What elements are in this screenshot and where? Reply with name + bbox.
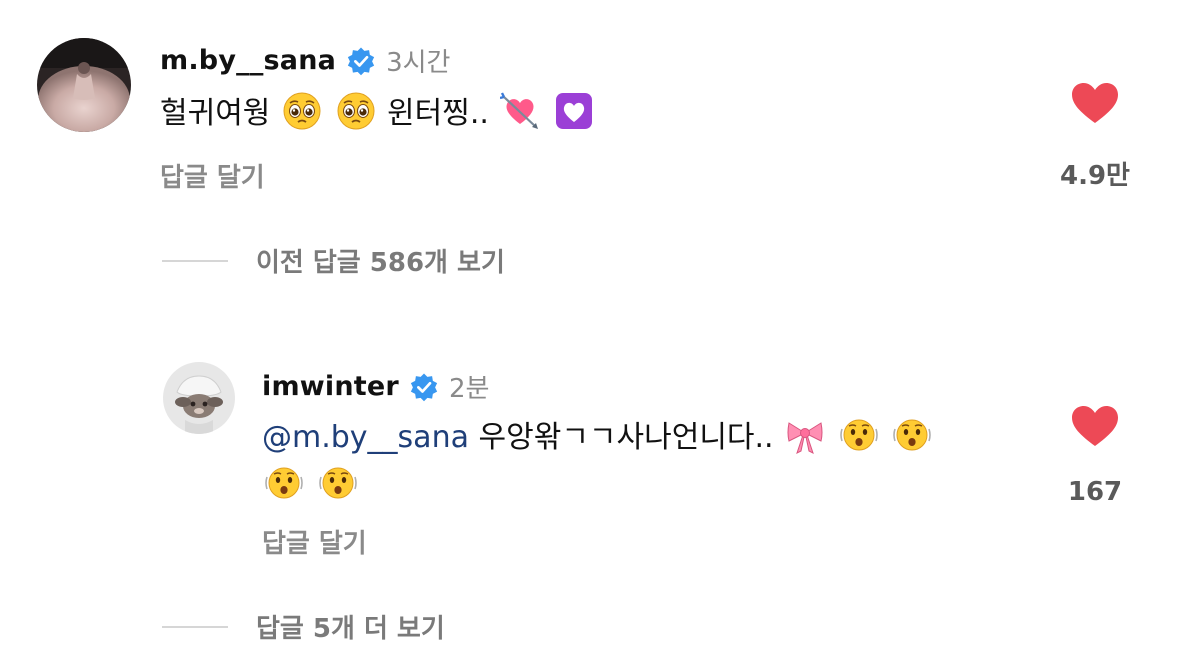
thread-divider — [162, 259, 228, 262]
astonished-shaking-face-emoji — [839, 415, 879, 455]
comment-text-part: 윈터찡.. — [387, 96, 489, 131]
heart-with-arrow-emoji — [500, 91, 540, 131]
avatar[interactable] — [37, 38, 131, 132]
view-previous-replies-label: 이전 답글 586개 보기 — [256, 248, 505, 278]
astonished-shaking-face-emoji — [264, 463, 304, 503]
like-count: 4.9만 — [1060, 161, 1130, 191]
comment-text: 헐귀여웡 윈터찡.. — [160, 88, 596, 140]
username[interactable]: m.by__sana — [160, 45, 336, 76]
astonished-shaking-face-emoji — [318, 463, 358, 503]
heart-icon[interactable] — [1070, 81, 1120, 125]
timestamp: 3시간 — [386, 48, 451, 78]
thread-divider — [162, 625, 228, 628]
astonished-shaking-face-emoji — [892, 415, 932, 455]
pleading-face-emoji — [282, 91, 322, 131]
comment-text-line2 — [262, 460, 360, 512]
view-previous-replies[interactable]: 이전 답글 586개 보기 — [162, 242, 505, 279]
white-heart-purple-square-emoji — [554, 91, 594, 131]
verified-badge-icon — [409, 372, 439, 402]
heart-icon[interactable] — [1070, 404, 1120, 448]
reply-button[interactable]: 답글 달기 — [262, 523, 367, 560]
pleading-face-emoji — [336, 91, 376, 131]
comment-text-part: 우앙왂ㄱㄱ사나언니다.. — [478, 420, 774, 455]
comment-text: @m.by__sana 우앙왂ㄱㄱ사나언니다.. — [262, 412, 934, 464]
comment-text-part: 헐귀여웡 — [160, 96, 271, 131]
verified-badge-icon — [346, 46, 376, 76]
username[interactable]: imwinter — [262, 371, 399, 402]
view-more-replies[interactable]: 답글 5개 더 보기 — [162, 608, 445, 645]
mention-link[interactable]: @m.by__sana — [262, 420, 469, 455]
timestamp: 2분 — [448, 374, 490, 404]
reply-button[interactable]: 답글 달기 — [160, 157, 265, 194]
ribbon-emoji — [785, 415, 825, 455]
avatar[interactable] — [163, 362, 235, 434]
view-more-replies-label: 답글 5개 더 보기 — [256, 614, 445, 644]
like-count: 167 — [1067, 477, 1123, 507]
